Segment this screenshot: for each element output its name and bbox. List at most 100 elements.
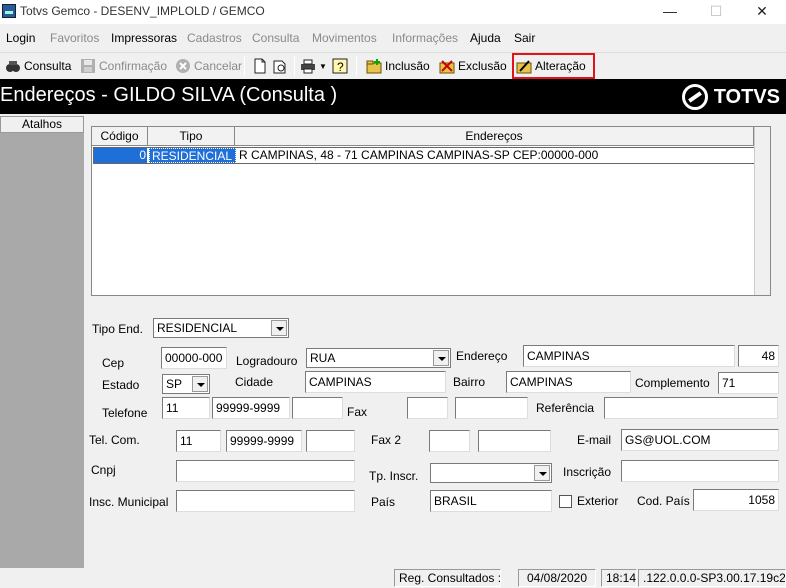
help-button[interactable]: ? [332, 55, 351, 77]
document-icon [252, 58, 268, 74]
page-title: Endereços - GILDO SILVA (Consulta ) [0, 84, 338, 106]
exterior-checkbox[interactable] [559, 495, 572, 508]
inscricao-field[interactable] [621, 460, 779, 482]
cell-endereco: R CAMPINAS, 48 - 71 CAMPINAS CAMPINAS-SP… [239, 148, 599, 162]
logradouro-select[interactable]: RUA [306, 348, 451, 368]
menu-login[interactable]: Login [6, 31, 35, 45]
pais-field[interactable]: BRASIL [430, 490, 552, 512]
minimize-button[interactable]: — [648, 0, 692, 24]
numero-field[interactable]: 48 [738, 345, 779, 367]
menu-informacoes[interactable]: Informações [392, 31, 458, 45]
logradouro-value: RUA [310, 351, 336, 365]
fax2-label: Fax 2 [371, 433, 402, 447]
tipo-end-value: RESIDENCIAL [157, 321, 238, 335]
cep-field[interactable]: 00000-000 [161, 347, 227, 369]
logo-text: TOTVS [713, 85, 780, 108]
email-field[interactable]: GS@UOL.COM [621, 429, 779, 451]
chevron-down-icon [433, 350, 449, 366]
insc-municipal-field[interactable] [176, 490, 355, 512]
menu-consulta[interactable]: Consulta [252, 31, 299, 45]
telefone-ramal-field[interactable] [292, 397, 343, 419]
chevron-down-icon [192, 376, 208, 392]
new-document-button[interactable] [252, 55, 271, 77]
cep-label: Cep [102, 356, 125, 370]
status-version: .122.0.0.0-SP3.00.17.19c2 [638, 569, 786, 587]
inclusao-label: Inclusão [385, 59, 430, 73]
menu-impressoras[interactable]: Impressoras [111, 31, 177, 45]
exclusao-label: Exclusão [458, 59, 507, 73]
cancel-icon [175, 58, 191, 74]
cancelar-label: Cancelar [194, 59, 243, 73]
grid-scrollbar[interactable] [754, 127, 770, 295]
pais-label: País [371, 495, 396, 509]
menu-movimentos[interactable]: Movimentos [312, 31, 377, 45]
cancelar-button[interactable]: Cancelar [175, 55, 242, 77]
confirmacao-button[interactable]: Confirmação [80, 55, 167, 77]
email-label: E-mail [577, 433, 612, 447]
referencia-label: Referência [536, 401, 595, 415]
logradouro-label: Logradouro [236, 354, 298, 368]
print-button[interactable]: ▼ [300, 55, 327, 77]
binoculars-icon [5, 58, 21, 74]
column-header-codigo[interactable]: Código [92, 127, 148, 146]
complemento-field[interactable]: 71 [718, 372, 779, 394]
estado-value: SP [166, 377, 183, 391]
column-header-enderecos[interactable]: Endereços [235, 127, 754, 146]
svg-text:?: ? [337, 60, 344, 74]
menu-sair[interactable]: Sair [514, 31, 535, 45]
maximize-button[interactable]: ☐ [694, 0, 738, 24]
telefone-ddd-field[interactable]: 11 [162, 397, 210, 419]
insc-municipal-label: Insc. Municipal [89, 495, 169, 509]
column-header-tipo[interactable]: Tipo [148, 127, 235, 146]
exclusao-button[interactable]: Exclusão [439, 55, 507, 77]
status-time: 18:14 [601, 569, 637, 587]
cod-pais-field[interactable]: 1058 [693, 489, 779, 511]
menu-favoritos[interactable]: Favoritos [50, 31, 99, 45]
folder-add-icon [366, 58, 382, 74]
menu-ajuda[interactable]: Ajuda [470, 31, 501, 45]
fax-field[interactable] [455, 397, 528, 419]
tel-com-field[interactable]: 99999-9999 [226, 430, 302, 452]
cnpj-field[interactable] [176, 460, 355, 482]
complemento-label: Complemento [635, 376, 710, 390]
endereco-field[interactable]: CAMPINAS [523, 345, 735, 367]
consulta-label: Consulta [24, 59, 72, 73]
menu-cadastros[interactable]: Cadastros [187, 31, 242, 45]
save-icon [80, 58, 96, 74]
addresses-grid[interactable]: Código Tipo Endereços 0 RESIDENCIAL R CA… [91, 126, 771, 296]
title-bar: Totvs Gemco - DESENV_IMPLOLD / GEMCO — ☐… [0, 0, 786, 24]
tel-com-ddd-field[interactable]: 11 [176, 430, 221, 452]
chevron-down-icon: ▼ [319, 61, 327, 71]
app-icon [2, 4, 16, 18]
fax2-ddd-field[interactable] [429, 430, 470, 452]
preview-button[interactable] [272, 55, 291, 77]
fax-ddd-field[interactable] [407, 397, 448, 419]
folder-delete-icon [439, 58, 455, 74]
exterior-label: Exterior [577, 494, 619, 508]
telefone-field[interactable]: 99999-9999 [212, 397, 290, 419]
estado-select[interactable]: SP [162, 374, 210, 394]
consulta-button[interactable]: Consulta [5, 55, 71, 77]
menu-bar: Login Favoritos Impressoras Cadastros Co… [0, 28, 786, 50]
toolbar: Consulta Confirmação Cancelar ▼ ? Inclus… [0, 52, 786, 78]
bairro-field[interactable]: CAMPINAS [506, 371, 631, 393]
referencia-field[interactable] [604, 397, 778, 419]
window-title: Totvs Gemco - DESENV_IMPLOLD / GEMCO [20, 4, 265, 18]
close-button[interactable]: ✕ [740, 0, 784, 24]
help-icon: ? [332, 58, 348, 74]
tp-inscr-select[interactable] [430, 463, 552, 483]
status-bar: Reg. Consultados : 1 04/08/2020 18:14 .1… [0, 568, 786, 588]
cod-pais-label: Cod. País [637, 494, 690, 508]
cidade-field[interactable]: CAMPINAS [305, 371, 446, 393]
totvs-logo-icon [681, 84, 708, 110]
estado-label: Estado [102, 378, 140, 392]
cell-tipo: RESIDENCIAL [149, 148, 236, 163]
table-row[interactable]: 0 RESIDENCIAL R CAMPINAS, 48 - 71 CAMPIN… [93, 147, 755, 164]
fax2-field[interactable] [478, 430, 551, 452]
inclusao-button[interactable]: Inclusão [366, 55, 430, 77]
tel-com-ramal-field[interactable] [306, 430, 355, 452]
tipo-end-select[interactable]: RESIDENCIAL [153, 318, 289, 338]
bairro-label: Bairro [453, 375, 486, 389]
sidebar-heading[interactable]: Atalhos [0, 116, 84, 133]
alteracao-highlight [512, 53, 595, 79]
